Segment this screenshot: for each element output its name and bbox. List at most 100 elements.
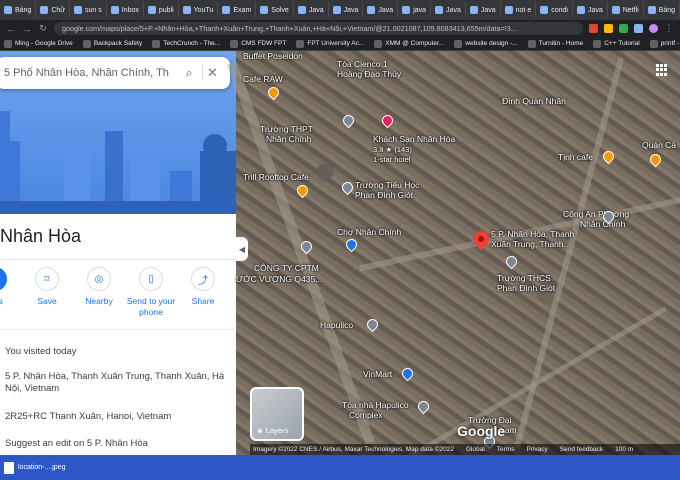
- browser-tab[interactable]: condi: [536, 2, 573, 18]
- browser-tab[interactable]: java: [398, 2, 432, 18]
- tab-label: Inbox: [121, 6, 139, 14]
- tab-favicon-icon: [435, 6, 444, 14]
- reload-icon[interactable]: ↻: [38, 23, 48, 34]
- map-label[interactable]: Chợ Nhân Chính: [337, 227, 401, 237]
- map-label[interactable]: Cafe RAW: [243, 74, 283, 84]
- bookmark-icon: [4, 39, 12, 48]
- layers-button[interactable]: ◈ Layers: [250, 387, 304, 441]
- tab-label: Bảng: [15, 6, 32, 14]
- map-label[interactable]: Nhân Chính: [266, 134, 311, 144]
- tab-label: YouTu: [193, 6, 214, 14]
- search-input[interactable]: 5 Phố Nhân Hòa, Nhân Chính, Th: [4, 67, 176, 79]
- map-label[interactable]: ƯỚC VƯƠNG Q435...: [236, 274, 322, 284]
- bookmark-icon: [593, 39, 602, 48]
- more-icon[interactable]: ⋮: [664, 23, 674, 34]
- search-box[interactable]: 5 Phố Nhân Hòa, Nhân Chính, Th ⌕ ✕: [0, 57, 230, 89]
- address-text[interactable]: 5 P. Nhân Hòa, Thanh Xuân Trung, Thanh X…: [5, 371, 225, 395]
- privacy-link[interactable]: Privacy: [526, 446, 547, 453]
- map-label[interactable]: VinMart: [363, 369, 392, 379]
- map-label[interactable]: 5 P. Nhân Hòa, Thanh: [491, 229, 574, 239]
- forward-icon[interactable]: →: [22, 24, 32, 34]
- browser-tab[interactable]: Java: [329, 2, 364, 18]
- close-icon[interactable]: ✕: [202, 65, 222, 81]
- layers-icon: ◈: [257, 426, 263, 435]
- action-phone[interactable]: ▯ Send to your phone: [126, 267, 176, 318]
- browser-tab[interactable]: Java: [294, 2, 329, 18]
- action-directions[interactable]: ➤ ions: [0, 267, 20, 318]
- global-link[interactable]: Global: [466, 446, 485, 453]
- extension-icon[interactable]: [589, 24, 598, 33]
- browser-tab[interactable]: Java: [466, 2, 501, 18]
- bookmark-item[interactable]: printf - C++ Refer...: [649, 39, 680, 48]
- profile-avatar[interactable]: [649, 24, 658, 33]
- browser-tab[interactable]: not e: [501, 2, 537, 18]
- browser-tab[interactable]: Java: [431, 2, 466, 18]
- tab-favicon-icon: [367, 6, 376, 14]
- browser-tab[interactable]: Chữ: [36, 2, 70, 18]
- extension-icon[interactable]: [619, 24, 628, 33]
- tab-label: condi: [551, 6, 568, 14]
- send-feedback-link[interactable]: Send feedback: [560, 446, 603, 453]
- tab-label: Java: [343, 6, 359, 14]
- browser-tab[interactable]: Solve: [256, 2, 294, 18]
- map-label[interactable]: Complex: [349, 410, 383, 420]
- extension-icon[interactable]: [634, 24, 643, 33]
- browser-tab[interactable]: Java: [573, 2, 608, 18]
- browser-tab[interactable]: Bảng: [0, 2, 37, 18]
- browser-tab[interactable]: Bảng: [644, 2, 680, 18]
- bookmark-item[interactable]: FPT University Ac...: [296, 39, 365, 48]
- bookmark-label: Turnitin - Home: [538, 40, 584, 47]
- map-label[interactable]: Tòa nhà Hapulico: [342, 400, 409, 410]
- map-label[interactable]: Hoàng Đạo Thúy: [337, 69, 401, 79]
- map-label[interactable]: Trường Tiểu Học: [355, 180, 419, 190]
- browser-tab[interactable]: YouTu: [179, 2, 219, 18]
- browser-tab[interactable]: publi: [144, 2, 179, 18]
- tab-favicon-icon: [147, 6, 156, 14]
- map-label[interactable]: Hapulico: [320, 320, 353, 330]
- map-label[interactable]: Công An Phường: [563, 209, 629, 219]
- map-label[interactable]: Quán Cà: [642, 140, 676, 150]
- terms-link[interactable]: Terms: [497, 446, 515, 453]
- bookmark-label: FPT University Ac...: [307, 40, 365, 47]
- map-label[interactable]: CÔNG TY CPTM: [254, 263, 319, 273]
- browser-tab[interactable]: sun s: [70, 2, 107, 18]
- action-bookmark[interactable]: ⌑ Save: [22, 267, 72, 318]
- map-label[interactable]: Xuân Trung, Thanh...: [491, 239, 571, 249]
- bookmark-item[interactable]: C++ Tutorial: [593, 39, 640, 48]
- bookmark-item[interactable]: XMM @ Computer...: [374, 39, 444, 48]
- back-icon[interactable]: ←: [6, 24, 16, 34]
- bookmark-item[interactable]: Ming - Google Drive: [4, 39, 73, 48]
- browser-tab[interactable]: Inbox: [107, 2, 144, 18]
- map-label[interactable]: Tịnh cafe: [558, 152, 593, 162]
- bookmark-item[interactable]: TechCrunch - The...: [152, 39, 220, 48]
- map-label[interactable]: Trường THCS: [497, 273, 551, 283]
- map-label[interactable]: Buffet Poseidon: [243, 51, 303, 61]
- apps-grid-icon[interactable]: [656, 64, 668, 76]
- map-label[interactable]: Phan Đình Giót: [497, 283, 555, 293]
- bookmark-item[interactable]: website design -...: [454, 39, 518, 48]
- map-label[interactable]: Đình Quan Nhân: [502, 96, 566, 106]
- browser-tab[interactable]: Exam: [218, 2, 257, 18]
- browser-tab[interactable]: Netfli: [608, 2, 644, 18]
- bookmark-item[interactable]: Turnitin - Home: [527, 39, 584, 48]
- map-label[interactable]: Nhân Chính: [580, 219, 625, 229]
- map-label[interactable]: Tòa Cienco 1: [337, 59, 388, 69]
- download-item[interactable]: location-....jpeg: [4, 461, 65, 474]
- map-label[interactable]: Trill Rooftop Cafe: [243, 172, 309, 182]
- url-input[interactable]: google.com/maps/place/5+P.+Nhân+Hòa,+Tha…: [54, 22, 583, 35]
- action-share[interactable]: ⤴ Share: [178, 267, 228, 318]
- browser-tab[interactable]: Java: [363, 2, 399, 18]
- action-nearby[interactable]: ◎ Nearby: [74, 267, 124, 318]
- bookmark-item[interactable]: CMS FDW FPT: [230, 39, 286, 48]
- scale-label[interactable]: 100 m: [615, 446, 633, 453]
- nearby-icon: ◎: [87, 267, 111, 291]
- collapse-panel-button[interactable]: ◀: [236, 237, 248, 261]
- map-label[interactable]: Phan Đình Giót: [355, 190, 413, 200]
- plus-code-text[interactable]: 2R25+RC Thanh Xuân, Hanoi, Vietnam: [5, 411, 171, 423]
- map-label[interactable]: Trường THPT: [260, 124, 313, 134]
- map-label[interactable]: Khách Sạn Nhân Hòa: [373, 134, 455, 144]
- suggest-edit-link[interactable]: Suggest an edit on 5 P. Nhân Hòa: [5, 438, 148, 450]
- search-icon[interactable]: ⌕: [176, 65, 202, 81]
- bookmark-item[interactable]: Backpack Safety: [82, 39, 142, 48]
- extension-icon[interactable]: [604, 24, 613, 33]
